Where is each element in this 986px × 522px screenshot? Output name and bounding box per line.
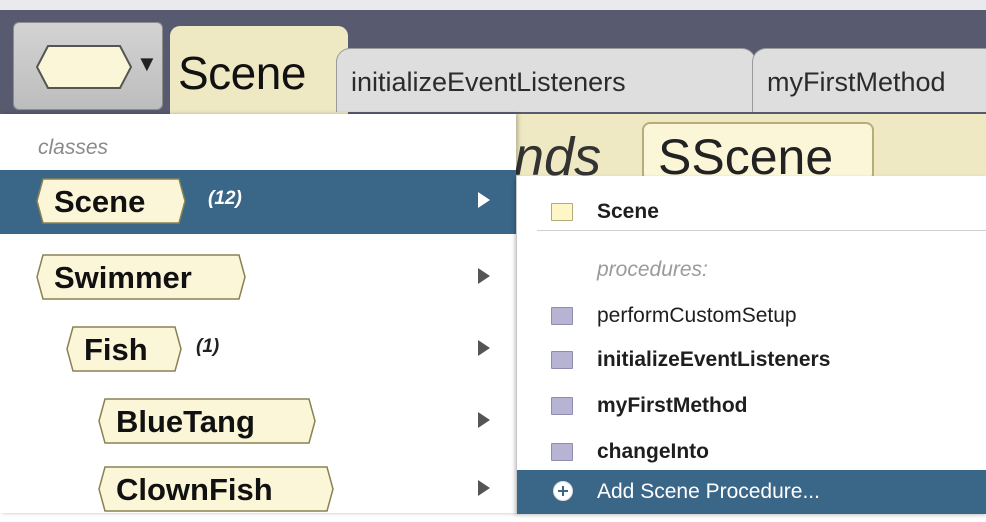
folder-icon [551, 397, 573, 415]
window-edge [0, 0, 986, 10]
class-chip: Fish [66, 326, 182, 372]
divider [537, 230, 986, 231]
method-count: (12) [208, 188, 242, 209]
add-scene-procedure-button[interactable]: Add Scene Procedure... [517, 470, 986, 514]
plus-circle-icon [553, 481, 573, 501]
menu-item-fish[interactable]: Fish (1) [0, 318, 516, 382]
class-selector-button[interactable]: ▼ [13, 22, 163, 110]
submenu-label: Add Scene Procedure... [597, 480, 820, 503]
submenu-item-change-into[interactable]: changeInto [517, 430, 986, 474]
chevron-right-icon [478, 192, 490, 208]
tab-scene[interactable]: Scene [170, 26, 348, 116]
submenu-item-perform-custom-setup[interactable]: performCustomSetup [517, 294, 986, 338]
folder-icon [551, 203, 573, 221]
menu-item-clownfish[interactable]: ClownFish [0, 458, 516, 522]
menu-header: classes [38, 136, 109, 159]
menu-item-scene[interactable]: Scene (12) [0, 170, 516, 234]
tab-label: Scene [178, 47, 306, 99]
class-label: Fish [84, 332, 148, 367]
class-chip: Swimmer [36, 254, 246, 300]
folder-icon [551, 443, 573, 461]
procedures-header: procedures: [597, 258, 708, 281]
hexagon-chip-icon [36, 45, 132, 89]
class-chip: ClownFish [98, 466, 334, 512]
chevron-right-icon [478, 412, 490, 428]
submenu-label: initializeEventListeners [597, 348, 831, 371]
tab-label: myFirstMethod [767, 67, 946, 97]
class-label: Scene [54, 184, 146, 219]
menu-item-swimmer[interactable]: Swimmer [0, 246, 516, 310]
submenu-label: Scene [597, 200, 659, 223]
submenu-label: myFirstMethod [597, 394, 748, 417]
class-label: Swimmer [54, 260, 192, 295]
class-chip: BlueTang [98, 398, 316, 444]
submenu-label: performCustomSetup [597, 304, 797, 327]
submenu-item-scene-class[interactable]: Scene [517, 190, 986, 234]
class-label: ClownFish [116, 472, 273, 507]
class-label: BlueTang [116, 404, 255, 439]
menu-item-bluetang[interactable]: BlueTang [0, 390, 516, 454]
submenu-item-initialize-event-listeners[interactable]: initializeEventListeners [517, 338, 986, 382]
submenu-item-my-first-method[interactable]: myFirstMethod [517, 384, 986, 428]
classes-menu: classes Scene (12) Swimmer Fish (1) Blue… [0, 114, 516, 513]
superclass-chip[interactable]: SScene [642, 122, 874, 185]
chevron-right-icon [478, 480, 490, 496]
tab-my-first-method[interactable]: myFirstMethod [752, 48, 986, 112]
submenu-label: changeInto [597, 440, 710, 463]
folder-icon [551, 351, 573, 369]
method-count: (1) [196, 336, 220, 357]
scene-submenu: Scene procedures: performCustomSetup ini… [516, 176, 986, 514]
chevron-right-icon [478, 268, 490, 284]
chevron-right-icon [478, 340, 490, 356]
code-editor-area: nds SScene [510, 114, 986, 187]
tab-initialize-event-listeners[interactable]: initializeEventListeners [336, 48, 756, 112]
folder-icon [551, 307, 573, 325]
class-chip: Scene [36, 178, 186, 224]
chevron-down-icon: ▼ [136, 51, 158, 76]
tab-label: initializeEventListeners [351, 67, 626, 97]
